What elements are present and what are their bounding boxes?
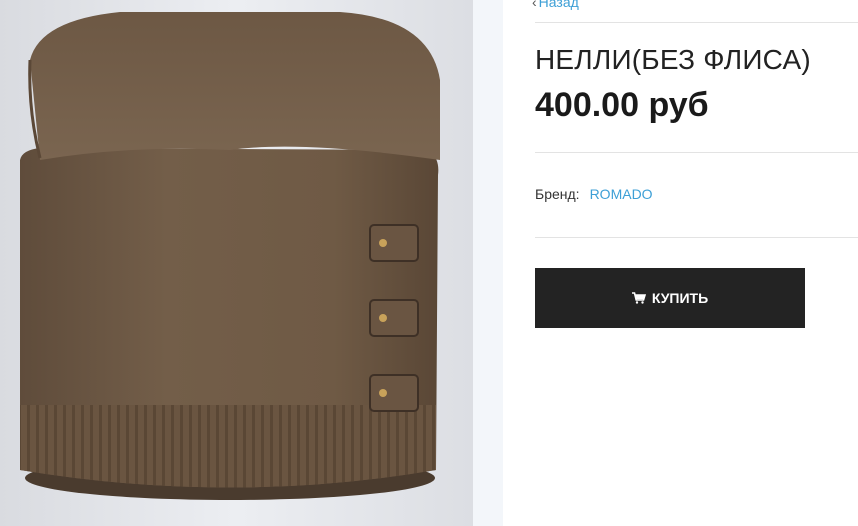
product-price: 400.00 руб <box>535 86 709 124</box>
buy-button-label: КУПИТЬ <box>651 290 709 306</box>
product-title: НЕЛЛИ(БЕЗ ФЛИСА) <box>535 44 811 75</box>
divider <box>535 152 858 153</box>
brand-label: Бренд: <box>535 186 580 202</box>
button-tabs <box>369 224 419 412</box>
divider <box>535 237 858 238</box>
image-panel <box>0 0 503 526</box>
buy-button[interactable]: КУПИТЬ <box>535 268 805 328</box>
brand-row: Бренд: ROMADO <box>535 186 653 202</box>
brand-link[interactable]: ROMADO <box>590 186 653 202</box>
cart-icon <box>631 292 646 304</box>
back-link[interactable]: ‹ Назад <box>532 0 579 10</box>
back-link-label: Назад <box>538 0 579 10</box>
product-image[interactable] <box>0 0 473 526</box>
divider <box>535 22 858 23</box>
chevron-left-icon: ‹ <box>532 0 537 10</box>
product-page: ‹ Назад НЕЛЛИ(БЕЗ ФЛИСА) 400.00 руб Брен… <box>0 0 858 526</box>
hat-illustration <box>0 0 473 526</box>
